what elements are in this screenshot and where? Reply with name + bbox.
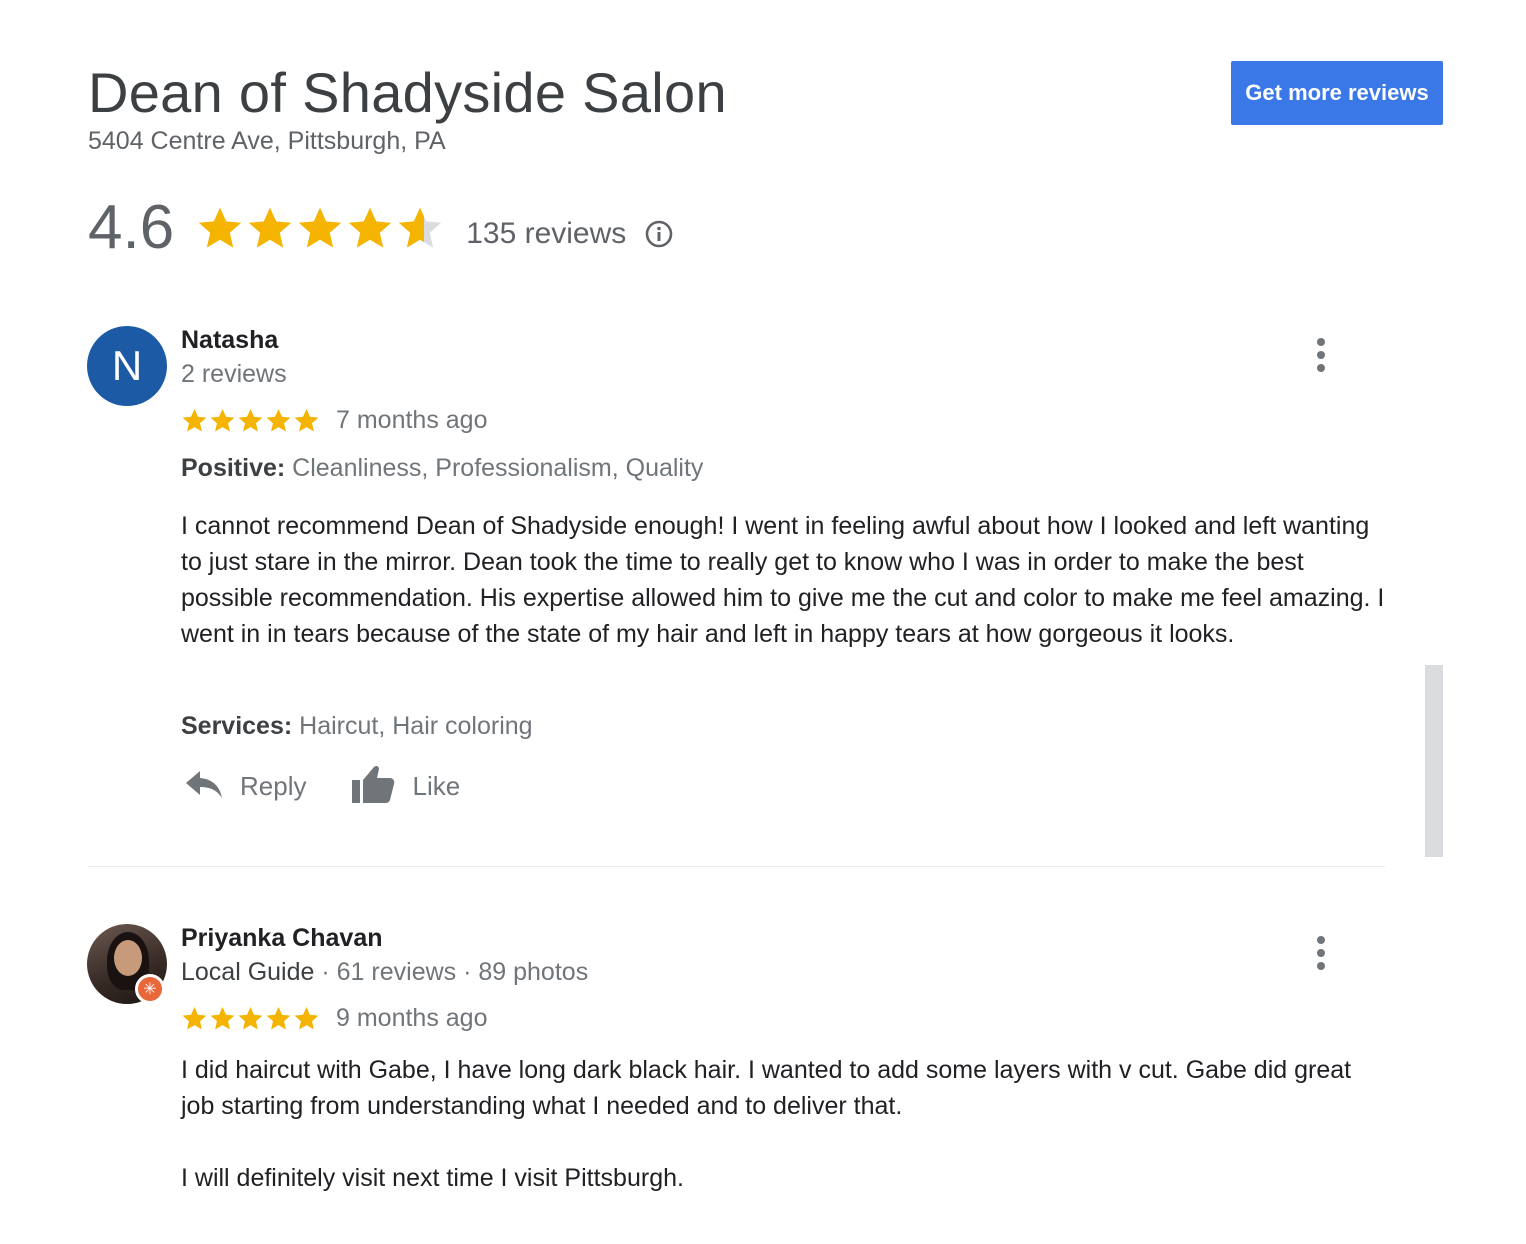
star-icon: [210, 1007, 235, 1030]
review-rating: 7 months ago: [181, 406, 488, 435]
reviewer-name[interactable]: Priyanka Chavan: [181, 924, 383, 953]
review-stars: [181, 407, 320, 434]
avatar-letter: N: [111, 342, 143, 389]
review-date: 7 months ago: [336, 406, 488, 434]
review-divider: [88, 866, 1385, 867]
business-title: Dean of Shadyside Salon: [88, 61, 727, 124]
reviews-meta: 61 reviews: [336, 958, 457, 986]
local-guide-label: Local Guide: [181, 958, 315, 986]
more-vert-icon: [1317, 936, 1325, 944]
star-icon: [238, 1007, 263, 1030]
star-icon: [266, 1007, 291, 1030]
thumbs-up-icon: [350, 763, 396, 810]
like-label: Like: [412, 771, 461, 801]
review-rating: 9 months ago: [181, 1004, 488, 1033]
business-address: 5404 Centre Ave, Pittsburgh, PA: [88, 127, 446, 155]
meta-separator: ·: [314, 958, 337, 986]
reviewer-meta[interactable]: 2 reviews: [181, 360, 287, 389]
services: Services: Haircut, Hair coloring: [181, 712, 533, 741]
like-button[interactable]: Like: [350, 763, 460, 810]
reply-icon: [184, 767, 224, 806]
star-icon: [199, 207, 242, 248]
star-icon: [299, 207, 342, 248]
review-count: 135 reviews: [466, 217, 627, 250]
star-icon: [349, 207, 392, 248]
photos-meta: 89 photos: [478, 958, 589, 986]
more-options-button[interactable]: [1305, 333, 1337, 377]
avatar[interactable]: N: [87, 326, 167, 406]
info-icon[interactable]: [644, 219, 674, 249]
more-options-button[interactable]: [1305, 931, 1337, 975]
meta-separator: ·: [456, 958, 479, 986]
star-icon: [399, 207, 442, 248]
get-more-reviews-button[interactable]: Get more reviews: [1231, 61, 1443, 125]
reviewer-meta[interactable]: Local Guide · 61 reviews · 89 photos: [181, 958, 588, 987]
avatar-face: [114, 940, 142, 976]
positive-attributes: Positive: Cleanliness, Professionalism, …: [181, 454, 703, 483]
summary-stars: [196, 204, 444, 252]
local-guide-badge-icon: ✳: [135, 974, 165, 1004]
reply-label: Reply: [240, 771, 307, 801]
rating-summary: 4.6 135 reviews: [88, 188, 674, 268]
star-icon: [182, 1007, 207, 1030]
avatar[interactable]: ✳: [87, 924, 167, 1004]
services-value: Haircut, Hair coloring: [299, 712, 533, 740]
more-vert-icon: [1317, 338, 1325, 346]
star-icon: [294, 409, 319, 432]
average-rating: 4.6: [88, 193, 175, 262]
star-icon: [238, 409, 263, 432]
review-text: I did haircut with Gabe, I have long dar…: [181, 1056, 1352, 1120]
review-text: I will definitely visit next time I visi…: [181, 1164, 684, 1192]
reviewer-name[interactable]: Natasha: [181, 326, 278, 355]
star-icon: [249, 207, 292, 248]
review-stars: [181, 1005, 320, 1032]
positive-value: Cleanliness, Professionalism, Quality: [292, 454, 704, 482]
star-icon: [210, 409, 235, 432]
star-icon: [294, 1007, 319, 1030]
positive-label: Positive:: [181, 454, 286, 482]
scrollbar-thumb[interactable]: [1425, 665, 1443, 857]
review-text: I cannot recommend Dean of Shadyside eno…: [181, 512, 1385, 648]
star-icon: [266, 409, 291, 432]
review-date: 9 months ago: [336, 1004, 488, 1032]
review-actions: Reply Like: [184, 763, 460, 810]
reply-button[interactable]: Reply: [184, 767, 306, 806]
star-icon: [182, 409, 207, 432]
services-label: Services:: [181, 712, 293, 740]
